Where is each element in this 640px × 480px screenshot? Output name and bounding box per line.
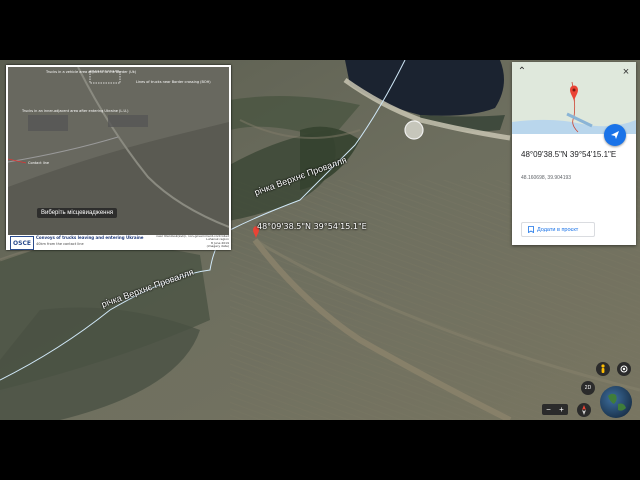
overlay-image[interactable]: Trucks in a vehicle area adjacent to the… bbox=[6, 65, 231, 250]
coordinates-decimal: 48.160698, 39.904193 bbox=[521, 175, 572, 181]
inset-meta: near Uleniivsk(avk)i, non-government-con… bbox=[156, 234, 229, 249]
inset-caption-title: Convoys of trucks leaving and entering U… bbox=[36, 235, 144, 240]
directions-button[interactable] bbox=[604, 124, 626, 146]
panel-map-thumbnail[interactable] bbox=[512, 62, 636, 134]
chevron-up-icon[interactable]: ⌃ bbox=[516, 66, 528, 78]
add-to-project-button[interactable]: Додати в проєкт bbox=[521, 222, 595, 237]
inset-annotation: Lines of trucks near Border crossing (BO… bbox=[136, 80, 211, 84]
my-location-icon[interactable] bbox=[617, 362, 631, 376]
zoom-controls: − + bbox=[542, 404, 568, 415]
add-to-project-label: Додати в проєкт bbox=[537, 226, 579, 233]
globe-icon[interactable] bbox=[600, 386, 632, 418]
coordinates-dms: 48°09'38.5"N 39°54'15.1"E bbox=[521, 150, 617, 159]
zoom-in-button[interactable]: + bbox=[555, 404, 568, 415]
bookmark-icon bbox=[528, 226, 534, 233]
inset-annotation: Trucks in an inner-adjacent area after e… bbox=[22, 109, 129, 113]
compass-icon[interactable] bbox=[577, 403, 591, 417]
inset-caption-subtitle: 40km from the contact line bbox=[36, 242, 84, 246]
viewer: річка Верхнє Провалля річка Верхнє Прова… bbox=[0, 0, 640, 480]
inset-annotation: Contact line bbox=[28, 161, 50, 165]
pegman-icon[interactable] bbox=[596, 362, 610, 376]
pin-coordinate-label: 48°09'38.5"N 39°54'15.1"E bbox=[257, 222, 367, 231]
osce-logo: OSCE bbox=[10, 236, 34, 250]
directions-icon bbox=[611, 131, 619, 139]
inset-caption: OSCE Convoys of trucks leaving and enter… bbox=[6, 234, 231, 250]
location-info-panel: ⌃ × 48°09'38.5"N 39°54'15.1"E 48.160698,… bbox=[512, 62, 636, 245]
thumbnail-map bbox=[512, 62, 636, 134]
inset-annotation: Trucks in a vehicle area adjacent to the… bbox=[46, 70, 137, 74]
zoom-out-button[interactable]: − bbox=[542, 404, 555, 415]
view-2d-button[interactable]: 2D bbox=[581, 381, 595, 395]
close-icon[interactable]: × bbox=[620, 66, 632, 78]
tooltip: Виберіть місцевиадження bbox=[37, 208, 118, 218]
